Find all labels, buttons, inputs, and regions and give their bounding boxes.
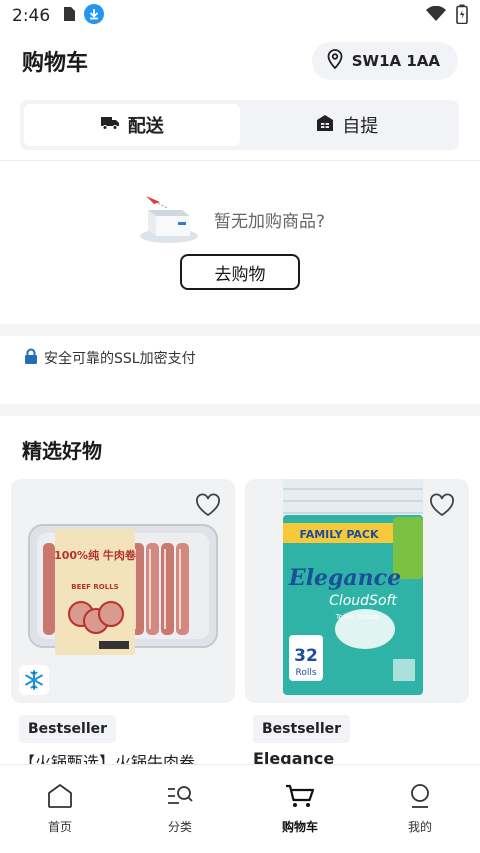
delivery-mode-toggle: 配送 自提 <box>20 100 459 150</box>
sub-brand-text: CloudSoft <box>329 593 397 609</box>
status-bar: 2:46 <box>0 0 480 32</box>
empty-cart-message: 暂无加购商品? <box>214 211 326 232</box>
rolls-label-text: Rolls <box>295 668 316 678</box>
location-pin-icon <box>326 49 344 73</box>
section-separator <box>0 404 480 416</box>
package-sub-text: BEEF ROLLS <box>71 583 118 591</box>
wifi-icon <box>426 5 446 27</box>
nav-cart[interactable]: 购物车 <box>240 765 360 853</box>
nav-category-label: 分类 <box>167 820 192 834</box>
status-time: 2:46 <box>12 6 51 26</box>
nav-home[interactable]: 首页 <box>0 765 120 853</box>
lock-icon <box>24 348 38 368</box>
frozen-snowflake-icon <box>19 665 49 695</box>
category-search-icon <box>166 783 194 812</box>
divider <box>0 160 480 161</box>
bottom-nav: 首页 分类 购物车 我的 <box>0 764 480 853</box>
empty-box-illustration-icon <box>138 188 200 250</box>
product-image: FAMILY PACK Elegance CloudSoft Toilet Ti… <box>245 479 469 703</box>
tab-delivery[interactable]: 配送 <box>24 104 240 146</box>
product-card[interactable]: 100%纯 牛肉卷 BEEF ROLLS Bestseller 【火锅甄选】火锅… <box>11 479 235 779</box>
section-separator <box>0 324 480 336</box>
go-shopping-button[interactable]: 去购物 <box>180 254 300 290</box>
sim-card-icon <box>62 6 76 27</box>
page-header: 购物车 SW1A 1AA <box>0 40 480 82</box>
rolls-count-text: 32 <box>294 646 318 666</box>
download-icon <box>84 3 105 29</box>
tab-delivery-label: 配送 <box>127 116 164 137</box>
battery-icon <box>456 4 468 29</box>
secure-payment-note: 安全可靠的SSL加密支付 <box>24 348 196 368</box>
product-card[interactable]: FAMILY PACK Elegance CloudSoft Toilet Ti… <box>245 479 469 779</box>
nav-profile-label: 我的 <box>407 820 432 834</box>
nav-profile[interactable]: 我的 <box>360 765 480 853</box>
truck-icon <box>100 115 120 136</box>
postcode-selector[interactable]: SW1A 1AA <box>311 42 458 80</box>
secure-payment-text: 安全可靠的SSL加密支付 <box>44 351 196 367</box>
cart-icon <box>285 783 315 812</box>
home-icon <box>46 783 74 812</box>
empty-cart: 暂无加购商品? 去购物 <box>0 184 480 314</box>
brand-text: Elegance <box>288 565 401 591</box>
family-pack-text: FAMILY PACK <box>299 528 379 541</box>
page-title: 购物车 <box>22 51 89 76</box>
product-image: 100%纯 牛肉卷 BEEF ROLLS <box>11 479 235 703</box>
featured-title: 精选好物 <box>22 439 102 463</box>
profile-icon <box>406 783 434 812</box>
bestseller-badge: Bestseller <box>253 715 351 743</box>
bestseller-badge: Bestseller <box>19 715 117 743</box>
favorite-heart-icon[interactable] <box>429 493 455 521</box>
package-title-text: 100%纯 牛肉卷 <box>54 548 137 562</box>
favorite-heart-icon[interactable] <box>195 493 221 521</box>
nav-home-label: 首页 <box>47 820 72 834</box>
store-icon <box>316 114 334 137</box>
postcode-text: SW1A 1AA <box>351 52 440 70</box>
tab-pickup[interactable]: 自提 <box>240 104 456 146</box>
nav-category[interactable]: 分类 <box>120 765 240 853</box>
nav-cart-label: 购物车 <box>281 820 318 834</box>
tab-pickup-label: 自提 <box>342 116 379 137</box>
